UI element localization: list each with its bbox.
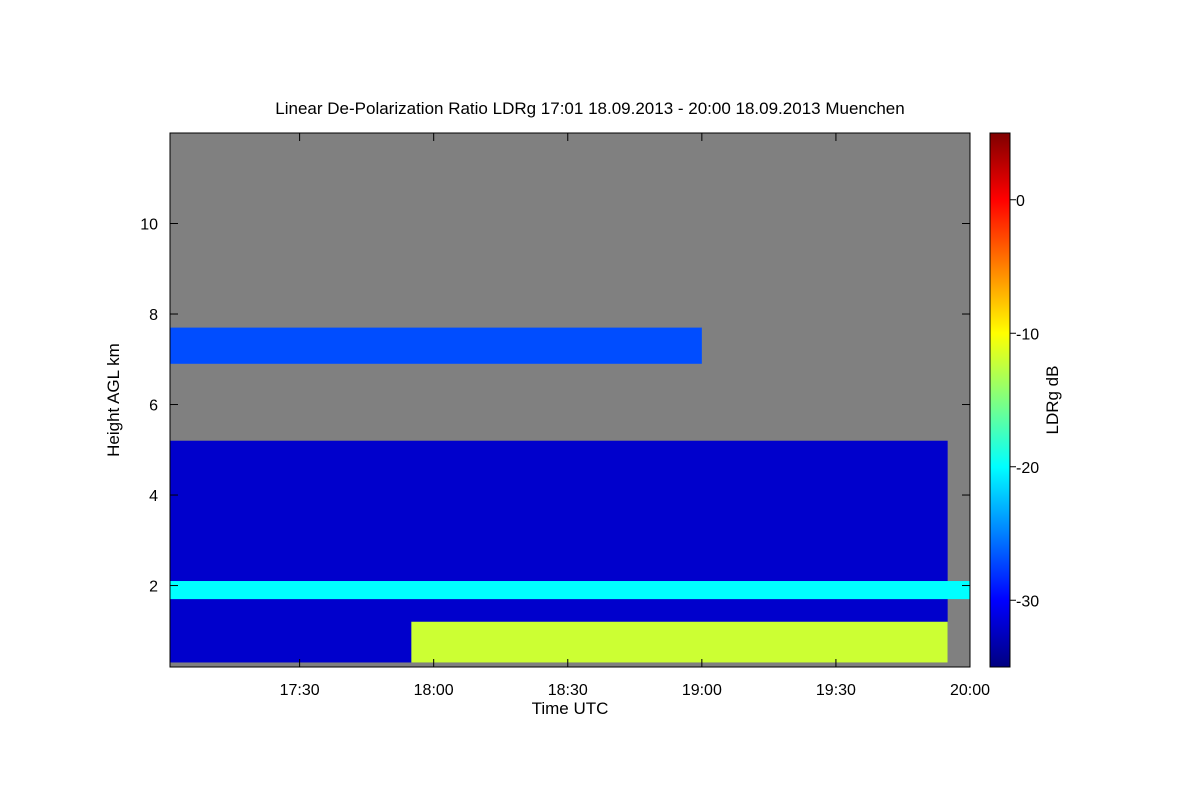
y-tick-label: 4	[149, 488, 158, 505]
colorbar-label: LDRg dB	[1043, 366, 1062, 435]
colorbar-ticks: 0 -10 -20 -30	[1010, 193, 1039, 610]
y-tick-label: 2	[149, 579, 158, 596]
ldr-chart: Linear De-Polarization Ratio LDRg 17:01 …	[104, 99, 1062, 718]
x-tick-label: 17:30	[280, 682, 320, 699]
x-tick-label: 18:30	[548, 682, 588, 699]
y-tick-label: 10	[140, 217, 158, 234]
colorbar-tick-label: 0	[1016, 193, 1025, 210]
x-tick-label: 20:00	[950, 682, 990, 699]
colorbar	[989, 132, 1011, 668]
x-axis-label: Time UTC	[532, 699, 609, 718]
colorbar-tick-label: -10	[1016, 326, 1039, 343]
heatmap-cell	[411, 621, 948, 663]
x-tick-label: 19:30	[816, 682, 856, 699]
heatmap-cell	[170, 327, 702, 364]
chart-title: Linear De-Polarization Ratio LDRg 17:01 …	[275, 99, 904, 118]
heatmap-cell	[170, 581, 970, 600]
y-tick-label: 8	[149, 307, 158, 324]
y-tick-label: 6	[149, 398, 158, 415]
y-axis-label: Height AGL km	[104, 343, 123, 457]
x-tick-label: 18:00	[414, 682, 454, 699]
colorbar-tick-label: -20	[1016, 460, 1039, 477]
colorbar-tick-label: -30	[1016, 593, 1039, 610]
x-tick-label: 19:00	[682, 682, 722, 699]
